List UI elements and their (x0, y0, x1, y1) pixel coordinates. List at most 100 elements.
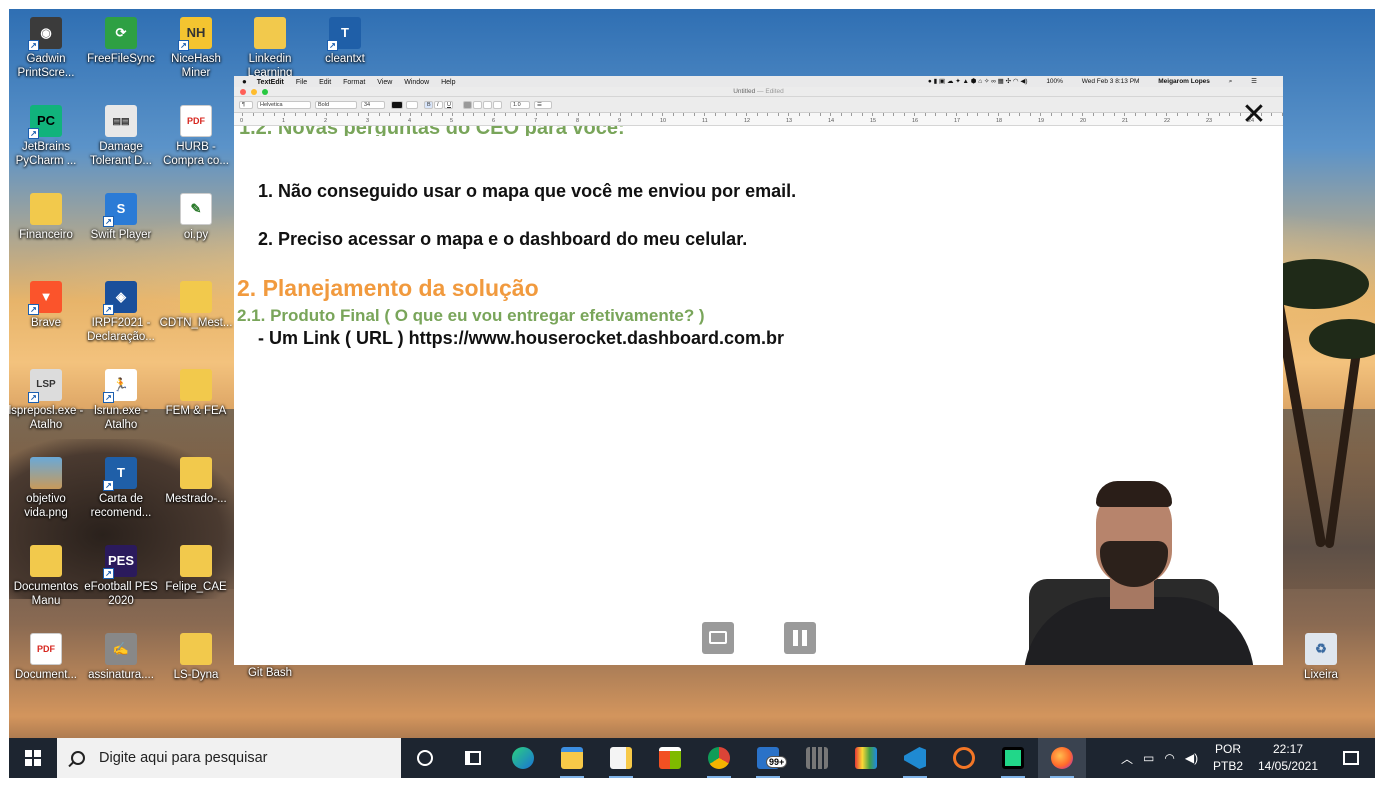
minimize-traffic-light[interactable] (251, 89, 257, 95)
align-left-button[interactable] (463, 101, 472, 109)
desktop-icon-fem-fea[interactable]: FEM & FEA (157, 369, 235, 418)
taskbar-colorful-app[interactable] (842, 738, 890, 778)
underline-button[interactable]: U (444, 101, 453, 109)
desktop-icon-git-bash[interactable]: Git Bash (231, 666, 309, 680)
taskbar-mail[interactable]: 99+ (744, 738, 792, 778)
pause-button[interactable] (784, 622, 816, 654)
zoom-traffic-light[interactable] (262, 89, 268, 95)
mac-user[interactable]: Meigarom Lopes (1158, 76, 1210, 87)
highlight-color-swatch[interactable] (406, 101, 418, 109)
line-spacing-select[interactable]: 1.0 (510, 101, 530, 109)
text-color-swatch[interactable] (391, 101, 403, 109)
taskbar-chrome[interactable] (695, 738, 743, 778)
start-button[interactable] (9, 738, 57, 778)
desktop-icon-felipe-cae[interactable]: Felipe_CAE (157, 545, 235, 594)
desktop-icon-ls-dyna[interactable]: LS-Dyna (157, 633, 235, 682)
notification-center-icon[interactable]: ☰ (1251, 76, 1257, 87)
cut-heading: 1.2. Novas perguntas do CEO para você: (239, 126, 1283, 136)
desktop-icon-nicehash[interactable]: NH ↗ NiceHash Miner (157, 17, 235, 80)
desktop-icon-irpf[interactable]: ◈ ↗ IRPF2021 - Declaração... (82, 281, 160, 344)
screen-share-button[interactable] (702, 622, 734, 654)
desktop-icon-mestrado[interactable]: Mestrado-... (157, 457, 235, 506)
taskbar-jupyter[interactable] (940, 738, 988, 778)
desktop-icon-lspreposl[interactable]: LSP ↗ lspreposl.exe - Atalho (9, 369, 85, 432)
desktop-icon-label: Git Bash (247, 667, 293, 679)
desktop-icon-damage[interactable]: ▤▤ Damage Tolerant D... (82, 105, 160, 168)
chevron-up-icon[interactable]: ︿ (1121, 750, 1133, 767)
ruler-tick (1113, 113, 1115, 116)
desktop-icon-label: lspreposl.exe - Atalho (9, 405, 84, 431)
volume-icon[interactable]: ◀) (1185, 751, 1198, 765)
notifications-button[interactable] (1327, 738, 1375, 778)
taskbar-search[interactable]: Digite aqui para pesquisar (57, 738, 401, 778)
battery-icon[interactable]: ▭ (1143, 751, 1154, 765)
font-family-select[interactable]: Helvetica (257, 101, 311, 109)
desktop-icon-documentos-manu[interactable]: Documentos Manu (9, 545, 85, 608)
desktop-icon-assinatura[interactable]: ✍ assinatura.... (82, 633, 160, 682)
ruler-number: 19 (1038, 118, 1045, 124)
windows-logo-icon (25, 750, 41, 766)
desktop-icon-linkedin-learning[interactable]: Linkedin Learning (231, 17, 309, 77)
battery-percent[interactable]: 100% (1046, 76, 1063, 87)
task-view-button[interactable] (449, 738, 497, 778)
cortana-button[interactable] (401, 738, 449, 778)
ruler-number: 21 (1122, 118, 1129, 124)
taskbar-app-grid[interactable] (793, 738, 841, 778)
taskbar-pycharm[interactable] (989, 738, 1037, 778)
desktop-icon-hurb[interactable]: PDF HURB - Compra co... (157, 105, 235, 168)
wifi-icon[interactable]: ◠ (1164, 751, 1174, 765)
desktop-icon-swift-player[interactable]: S ↗ Swift Player (82, 193, 160, 242)
ruler-tick (1029, 113, 1031, 116)
taskbar-edge[interactable] (499, 738, 547, 778)
desktop-icon-brave[interactable]: ▼ ↗ Brave (9, 281, 85, 330)
taskbar-firefox[interactable] (1038, 738, 1086, 778)
font-weight-select[interactable]: Bold (315, 101, 357, 109)
list-style-select[interactable]: ☰ (534, 101, 552, 109)
close-icon[interactable]: ✕ (1239, 100, 1269, 130)
ruler-number: 10 (660, 118, 667, 124)
bold-button[interactable]: B (424, 101, 433, 109)
font-size-select[interactable]: 34 (361, 101, 385, 109)
taskbar-store[interactable] (646, 738, 694, 778)
taskbar-vscode[interactable] (891, 738, 939, 778)
apple-icon[interactable]: ● (242, 76, 247, 87)
desktop-icon-carta[interactable]: T ↗ Carta de recomend... (82, 457, 160, 520)
close-traffic-light[interactable] (240, 89, 246, 95)
taskbar-clock[interactable]: 22:17 14/05/2021 (1253, 741, 1323, 775)
ruler-tick (851, 113, 852, 116)
desktop-icon-pycharm[interactable]: PC ↗ JetBrains PyCharm ... (9, 105, 85, 168)
language-top: POR (1215, 742, 1242, 756)
taskbar-documents-app[interactable] (597, 738, 645, 778)
desktop-icon-lixeira[interactable]: ♻ Lixeira (1282, 633, 1360, 682)
align-center-button[interactable] (473, 101, 482, 109)
desktop-icon-lsrun[interactable]: 🏃 ↗ lsrun.exe - Atalho (82, 369, 160, 432)
desktop-icon-freefilesync[interactable]: ⟳ FreeFileSync (82, 17, 160, 66)
spotlight-icon[interactable]: ⌕ (1229, 76, 1233, 87)
align-right-button[interactable] (493, 101, 502, 109)
desktop-icon-cdtn[interactable]: CDTN_Mest... (157, 281, 235, 330)
status-icons[interactable]: ● ▮ ▣ ☁ ✦ ▲ ⬢ ⌂ ✧ ∞ ▦ ✣ ◠ ◀) (928, 76, 1028, 87)
mac-datetime[interactable]: Wed Feb 3 8:13 PM (1082, 76, 1140, 87)
ruler-tick (1061, 113, 1062, 116)
paragraph-style-select[interactable]: ¶ (239, 101, 253, 109)
desktop-icon-label: lsrun.exe - Atalho (94, 405, 148, 431)
clock-date: 14/05/2021 (1257, 759, 1319, 773)
ruler-tick (882, 113, 884, 116)
align-justify-button[interactable] (483, 101, 492, 109)
language-indicator[interactable]: POR PTB2 (1213, 741, 1243, 775)
folder-icon (180, 633, 212, 665)
italic-button[interactable]: I (434, 101, 443, 109)
ruler-tick (756, 113, 758, 116)
desktop-icon-objetivo[interactable]: objetivo vida.png (9, 457, 85, 520)
desktop-icon-financeiro[interactable]: Financeiro (9, 193, 85, 242)
desktop-icon-cleantxt[interactable]: T ↗ cleantxt (306, 17, 384, 66)
desktop-icon-label: JetBrains PyCharm ... (15, 141, 77, 167)
desktop-icon-oi-py[interactable]: ✎ oi.py (157, 193, 235, 242)
ruler-tick (567, 113, 569, 116)
desktop-icon-efootball[interactable]: PES ↗ eFootball PES 2020 (82, 545, 160, 608)
ruler-tick (1040, 113, 1041, 116)
desktop-icon-gadwin[interactable]: ◉ ↗ Gadwin PrintScre... (9, 17, 85, 80)
desktop-icon-document-pdf[interactable]: PDF Document... (9, 633, 85, 682)
irpf-icon: ◈ ↗ (103, 281, 137, 315)
taskbar-file-explorer[interactable] (548, 738, 596, 778)
